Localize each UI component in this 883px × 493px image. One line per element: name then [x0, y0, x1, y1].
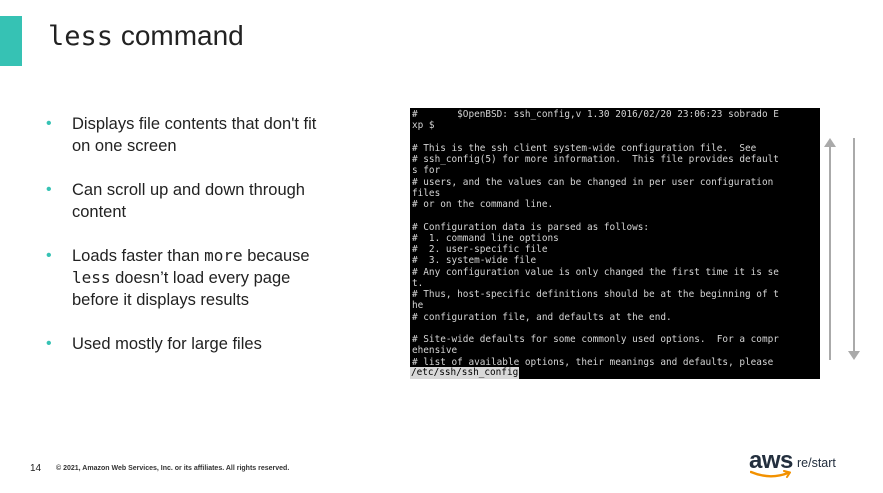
- slide-number: 14: [30, 463, 42, 474]
- bullet-item: • Displays file contents that don't fit …: [46, 113, 336, 157]
- aws-restart-logo: aws re/start: [749, 448, 859, 484]
- bullet-text: Can scroll up and down through content: [72, 181, 305, 221]
- bullet-item: • Can scroll up and down through content: [46, 179, 336, 223]
- bullet-text-part: because: [242, 247, 310, 265]
- bullet-list: • Displays file contents that don't fit …: [46, 113, 336, 377]
- slide-title: less command: [48, 18, 244, 55]
- bullet-text: Used mostly for large files: [72, 335, 262, 353]
- terminal-output: # $OpenBSD: ssh_config,v 1.30 2016/02/20…: [412, 109, 779, 368]
- title-command: less: [48, 21, 114, 52]
- bullet-dot-icon: •: [46, 335, 52, 352]
- terminal-prompt: /etc/ssh/ssh_config: [410, 367, 520, 379]
- bullet-dot-icon: •: [46, 115, 52, 132]
- bullet-text-part: Loads faster than: [72, 247, 205, 265]
- scroll-up-arrow-icon: [824, 138, 836, 360]
- copyright-notice: © 2021, Amazon Web Services, Inc. or its…: [56, 465, 290, 472]
- bullet-text: Displays file contents that don't fit on…: [72, 115, 317, 155]
- scroll-down-arrow-icon: [848, 138, 860, 360]
- restart-logo-text: re/start: [797, 456, 836, 470]
- bullet-item: • Used mostly for large files: [46, 333, 336, 355]
- bullet-item: • Loads faster than more because less do…: [46, 245, 336, 311]
- amazon-smile-icon: [750, 470, 791, 478]
- bullet-dot-icon: •: [46, 247, 52, 264]
- inline-code-more: more: [204, 246, 243, 265]
- title-text: command: [120, 20, 244, 51]
- inline-code-less: less: [72, 268, 111, 287]
- accent-bar: [0, 16, 22, 66]
- bullet-dot-icon: •: [46, 181, 52, 198]
- terminal-screenshot: # $OpenBSD: ssh_config,v 1.30 2016/02/20…: [410, 108, 820, 379]
